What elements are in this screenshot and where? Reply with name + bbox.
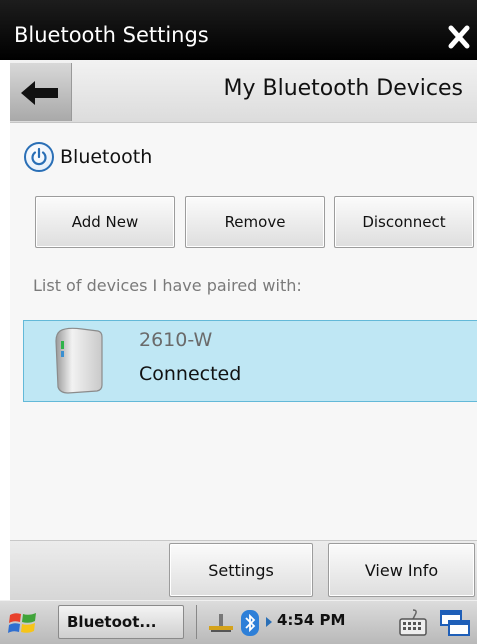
app-body: My Bluetooth Devices Bluetooth Add New R… xyxy=(10,60,477,601)
bluetooth-toggle[interactable]: Bluetooth xyxy=(24,140,152,174)
device-list-caption: List of devices I have paired with: xyxy=(33,276,302,295)
disconnect-button[interactable]: Disconnect xyxy=(334,196,474,248)
keyboard-icon[interactable] xyxy=(398,607,428,639)
power-icon xyxy=(24,142,54,172)
close-button[interactable] xyxy=(437,22,477,54)
remove-button[interactable]: Remove xyxy=(185,196,325,248)
back-button[interactable] xyxy=(10,63,72,121)
close-icon xyxy=(448,25,470,49)
window-title: Bluetooth Settings xyxy=(14,23,209,47)
add-new-button[interactable]: Add New xyxy=(35,196,175,248)
header-bar: My Bluetooth Devices xyxy=(10,60,477,123)
device-icon xyxy=(55,327,103,394)
taskbar: Bluetoot... 4:54 PM xyxy=(0,600,477,644)
windows-flag-icon xyxy=(8,613,36,633)
clock[interactable]: 4:54 PM xyxy=(277,611,345,629)
system-tray: 4:54 PM xyxy=(196,605,383,639)
device-status: Connected xyxy=(139,363,242,385)
tray-expand-icon[interactable] xyxy=(264,616,274,628)
device-list-item[interactable]: 2610-W Connected xyxy=(23,320,477,402)
bluetooth-icon[interactable] xyxy=(239,609,261,637)
start-button[interactable] xyxy=(6,607,40,639)
view-info-button[interactable]: View Info xyxy=(328,543,475,597)
device-name: 2610-W xyxy=(139,329,213,351)
settings-button[interactable]: Settings xyxy=(169,543,313,597)
page-title: My Bluetooth Devices xyxy=(223,76,464,101)
desktop-switch-icon[interactable] xyxy=(438,607,472,639)
bluetooth-toggle-label: Bluetooth xyxy=(60,146,153,168)
title-bar: Bluetooth Settings xyxy=(0,0,477,60)
taskbar-item-bluetooth[interactable]: Bluetoot... xyxy=(58,605,184,639)
back-arrow-icon xyxy=(21,81,58,105)
screen: Bluetooth Settings My Bluetooth Devices xyxy=(0,0,477,644)
network-icon[interactable] xyxy=(207,612,235,634)
